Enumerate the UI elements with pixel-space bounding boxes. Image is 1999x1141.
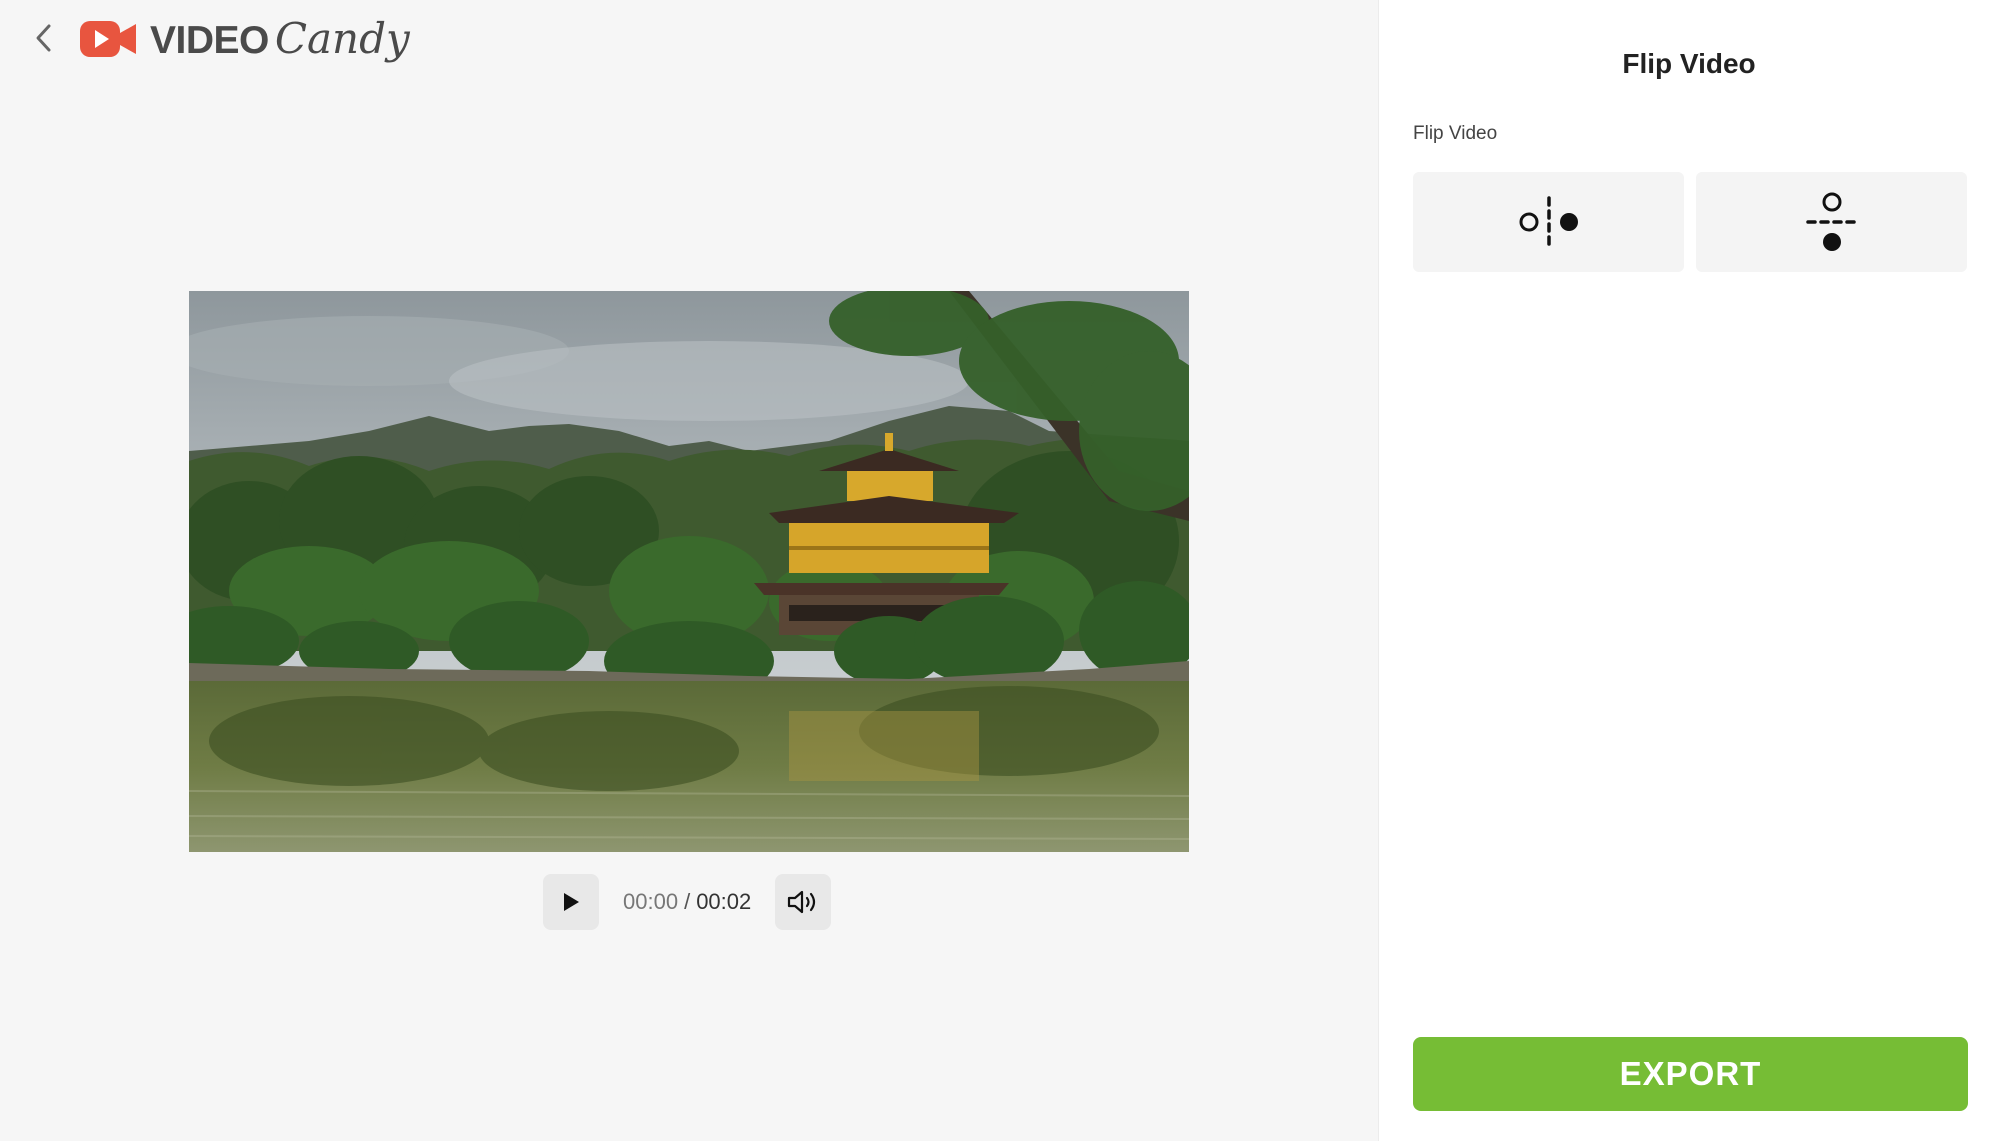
flip-vertical-icon [1805,192,1858,251]
volume-button[interactable] [775,874,832,930]
time-separator: / [684,889,691,914]
video-frame-image [189,291,1189,852]
chevron-left-icon [36,24,51,52]
flip-horizontal-button[interactable] [1413,172,1684,272]
logo-word-candy: Candy [274,14,410,63]
flip-options [1413,172,1967,272]
logo-word-video: VIDEO [150,19,269,62]
flip-vertical-button[interactable] [1696,172,1967,272]
settings-panel: Flip Video Flip Video EXPORT [1378,0,1999,1141]
back-button[interactable] [26,18,62,58]
video-camera-icon [80,20,136,57]
play-button[interactable] [543,874,599,930]
player-controls: 00:00/00:02 [543,874,832,930]
flip-horizontal-icon [1519,196,1578,248]
logo-wordmark: VIDEO Candy [150,14,410,63]
current-time: 00:00 [623,889,679,914]
panel-title: Flip Video [1622,48,1756,79]
app-logo[interactable]: VIDEO Candy [80,14,410,63]
export-button[interactable]: EXPORT [1413,1037,1968,1111]
editor-area: VIDEO Candy 00:00 / 00:02 [0,0,1378,1141]
video-preview[interactable] [189,291,1189,852]
flip-section-label: Flip Video [1413,123,1498,144]
total-time: 00:02 [696,889,752,914]
time-display: 00:00/00:02 [623,889,751,915]
play-icon [564,893,579,911]
volume-icon [788,890,816,914]
